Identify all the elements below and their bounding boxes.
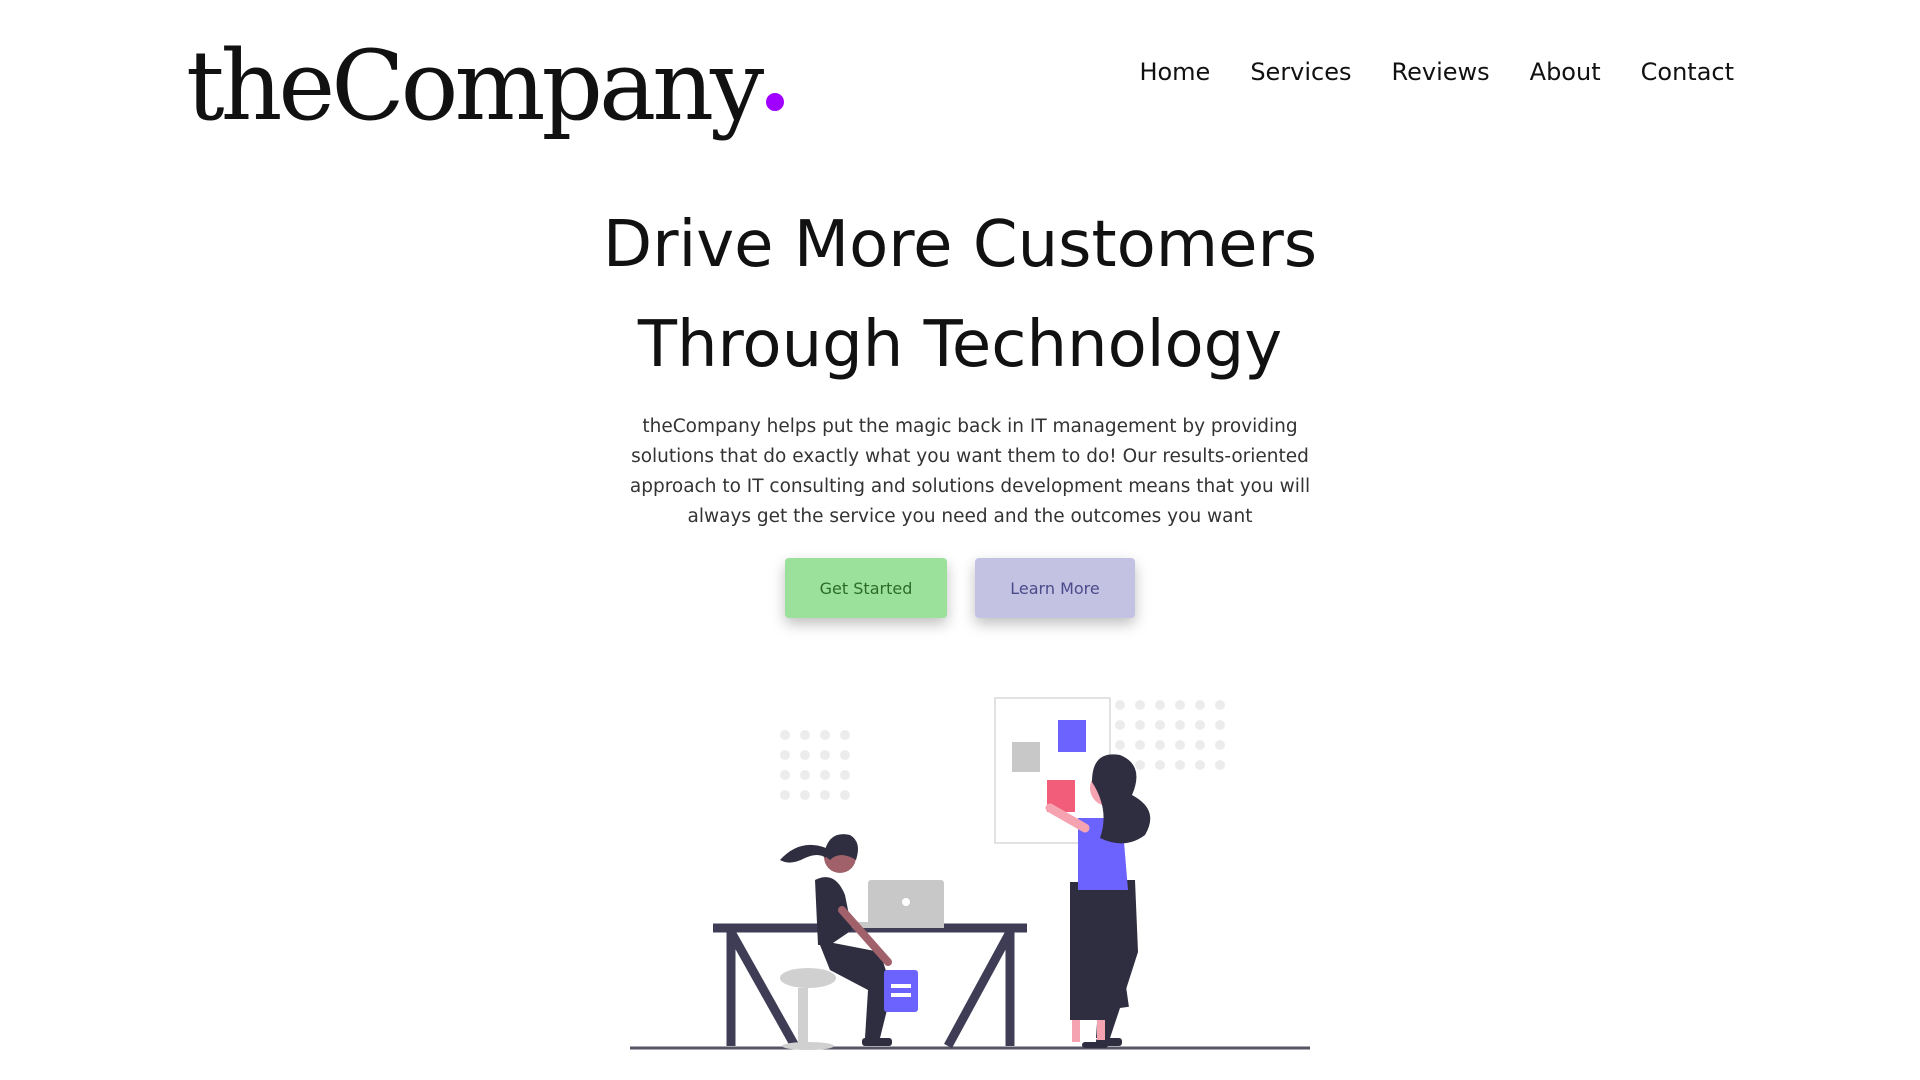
nav-services-link[interactable]: Services [1250, 58, 1351, 86]
logo-text: theCompany [186, 30, 764, 142]
hero-description: theCompany helps put the magic back in I… [629, 416, 1311, 527]
seated-woman-figure [780, 834, 918, 1050]
nav-contact-link[interactable]: Contact [1641, 58, 1734, 86]
company-logo[interactable]: theCompany [186, 38, 785, 134]
nav-reviews-link[interactable]: Reviews [1392, 58, 1490, 86]
main-nav: Home Services Reviews About Contact [1139, 58, 1734, 86]
dot-grid-left [780, 730, 850, 800]
hero-title-line2: Through Technology [637, 308, 1283, 382]
hero-buttons: Get Started Learn More [0, 558, 1920, 618]
hero-title: Drive More Customers Through Technology [0, 195, 1920, 395]
hero-title-line1: Drive More Customers [602, 208, 1318, 282]
nav-about-link[interactable]: About [1530, 58, 1601, 86]
learn-more-button[interactable]: Learn More [975, 558, 1135, 618]
get-started-button[interactable]: Get Started [785, 558, 947, 618]
hero-illustration [630, 697, 1310, 1050]
sticky-note-purple [1058, 720, 1086, 752]
dot-grid-right [1115, 700, 1225, 770]
laptop [852, 880, 944, 928]
nav-home-link[interactable]: Home [1139, 58, 1210, 86]
sticky-note-gray [1012, 742, 1040, 772]
logo-dot-icon [766, 93, 785, 111]
